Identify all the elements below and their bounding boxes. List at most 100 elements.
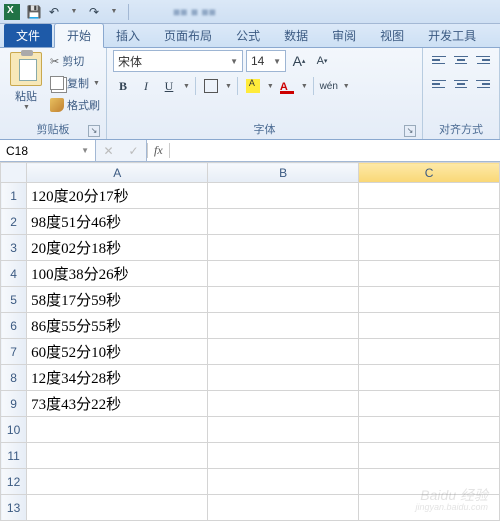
- undo-dropdown-icon[interactable]: ▼: [65, 3, 83, 21]
- cell[interactable]: [359, 443, 500, 469]
- cell[interactable]: 100度38分26秒: [27, 261, 208, 287]
- tab-file[interactable]: 文件: [4, 24, 52, 47]
- col-header-c[interactable]: C: [359, 163, 500, 183]
- cell[interactable]: [208, 313, 359, 339]
- tab-home[interactable]: 开始: [54, 23, 104, 48]
- align-top-button[interactable]: [429, 50, 449, 70]
- grow-font-button[interactable]: A▴: [289, 51, 309, 71]
- italic-button[interactable]: I: [136, 76, 156, 96]
- cell[interactable]: [359, 183, 500, 209]
- cell[interactable]: [208, 495, 359, 521]
- font-size-combo[interactable]: 14 ▼: [246, 50, 286, 72]
- row-header[interactable]: 3: [1, 235, 27, 261]
- tab-review[interactable]: 审阅: [320, 24, 368, 47]
- cell[interactable]: [27, 417, 208, 443]
- align-middle-button[interactable]: [451, 50, 471, 70]
- row-header[interactable]: 12: [1, 469, 27, 495]
- row-header[interactable]: 8: [1, 365, 27, 391]
- cell[interactable]: 120度20分17秒: [27, 183, 208, 209]
- underline-button[interactable]: U: [159, 76, 179, 96]
- row-header[interactable]: 4: [1, 261, 27, 287]
- cell[interactable]: [208, 261, 359, 287]
- font-color-button[interactable]: [277, 76, 297, 96]
- qat-customize-icon[interactable]: ▼: [105, 3, 123, 21]
- align-bottom-button[interactable]: [473, 50, 493, 70]
- cell[interactable]: 98度51分46秒: [27, 209, 208, 235]
- cell[interactable]: [208, 183, 359, 209]
- row-header[interactable]: 11: [1, 443, 27, 469]
- row-header[interactable]: 1: [1, 183, 27, 209]
- cell[interactable]: 58度17分59秒: [27, 287, 208, 313]
- fill-dropdown-icon[interactable]: ▼: [267, 83, 274, 90]
- cell[interactable]: [208, 235, 359, 261]
- row-header[interactable]: 6: [1, 313, 27, 339]
- cell[interactable]: [208, 339, 359, 365]
- cell[interactable]: 60度52分10秒: [27, 339, 208, 365]
- fx-icon[interactable]: fx: [147, 143, 170, 158]
- cell[interactable]: [27, 443, 208, 469]
- cell[interactable]: [359, 339, 500, 365]
- cell[interactable]: 86度55分55秒: [27, 313, 208, 339]
- cell[interactable]: [208, 417, 359, 443]
- tab-page-layout[interactable]: 页面布局: [152, 24, 224, 47]
- copy-dropdown-icon[interactable]: ▼: [93, 80, 100, 87]
- row-header[interactable]: 13: [1, 495, 27, 521]
- copy-button[interactable]: 复制 ▼: [50, 72, 100, 94]
- cell[interactable]: [359, 261, 500, 287]
- tab-view[interactable]: 视图: [368, 24, 416, 47]
- cell[interactable]: [208, 469, 359, 495]
- align-center-button[interactable]: [451, 74, 471, 94]
- clipboard-launcher-icon[interactable]: ↘: [88, 125, 100, 137]
- align-right-button[interactable]: [473, 74, 493, 94]
- row-header[interactable]: 9: [1, 391, 27, 417]
- underline-dropdown-icon[interactable]: ▼: [183, 83, 190, 90]
- shrink-font-button[interactable]: A▾: [312, 51, 332, 71]
- border-button[interactable]: [201, 76, 221, 96]
- cell[interactable]: [208, 365, 359, 391]
- cell[interactable]: [359, 365, 500, 391]
- cell[interactable]: [359, 287, 500, 313]
- cell[interactable]: [208, 209, 359, 235]
- cell[interactable]: [359, 209, 500, 235]
- name-box[interactable]: C18 ▼: [0, 140, 96, 161]
- tab-developer[interactable]: 开发工具: [416, 24, 488, 47]
- align-left-button[interactable]: [429, 74, 449, 94]
- cell[interactable]: [359, 313, 500, 339]
- undo-button[interactable]: ↶: [45, 3, 63, 21]
- col-header-b[interactable]: B: [208, 163, 359, 183]
- bold-button[interactable]: B: [113, 76, 133, 96]
- font-launcher-icon[interactable]: ↘: [404, 125, 416, 137]
- border-dropdown-icon[interactable]: ▼: [225, 83, 232, 90]
- cell[interactable]: [27, 469, 208, 495]
- cell[interactable]: [359, 469, 500, 495]
- spreadsheet-grid[interactable]: A B C 1120度20分17秒298度51分46秒320度02分18秒410…: [0, 162, 500, 521]
- tab-formulas[interactable]: 公式: [224, 24, 272, 47]
- select-all-corner[interactable]: [1, 163, 27, 183]
- cell[interactable]: [359, 495, 500, 521]
- row-header[interactable]: 5: [1, 287, 27, 313]
- font-color-dropdown-icon[interactable]: ▼: [301, 83, 308, 90]
- format-painter-button[interactable]: 格式刷: [50, 94, 100, 116]
- cell[interactable]: 73度43分22秒: [27, 391, 208, 417]
- cell[interactable]: [208, 287, 359, 313]
- col-header-a[interactable]: A: [27, 163, 208, 183]
- cell[interactable]: 20度02分18秒: [27, 235, 208, 261]
- cell[interactable]: [208, 391, 359, 417]
- cell[interactable]: [27, 495, 208, 521]
- cell[interactable]: [359, 417, 500, 443]
- cell[interactable]: [208, 443, 359, 469]
- font-name-combo[interactable]: 宋体 ▼: [113, 50, 243, 72]
- phonetic-dropdown-icon[interactable]: ▼: [343, 83, 350, 90]
- paste-button[interactable]: 粘贴 ▼: [6, 50, 46, 111]
- row-header[interactable]: 7: [1, 339, 27, 365]
- paste-dropdown-icon[interactable]: ▼: [7, 104, 46, 111]
- phonetic-button[interactable]: wén: [319, 76, 339, 96]
- save-button[interactable]: 💾: [25, 3, 43, 21]
- row-header[interactable]: 2: [1, 209, 27, 235]
- tab-data[interactable]: 数据: [272, 24, 320, 47]
- fill-color-button[interactable]: [243, 76, 263, 96]
- row-header[interactable]: 10: [1, 417, 27, 443]
- cut-button[interactable]: ✂ 剪切: [50, 50, 100, 72]
- redo-button[interactable]: ↷: [85, 3, 103, 21]
- tab-insert[interactable]: 插入: [104, 24, 152, 47]
